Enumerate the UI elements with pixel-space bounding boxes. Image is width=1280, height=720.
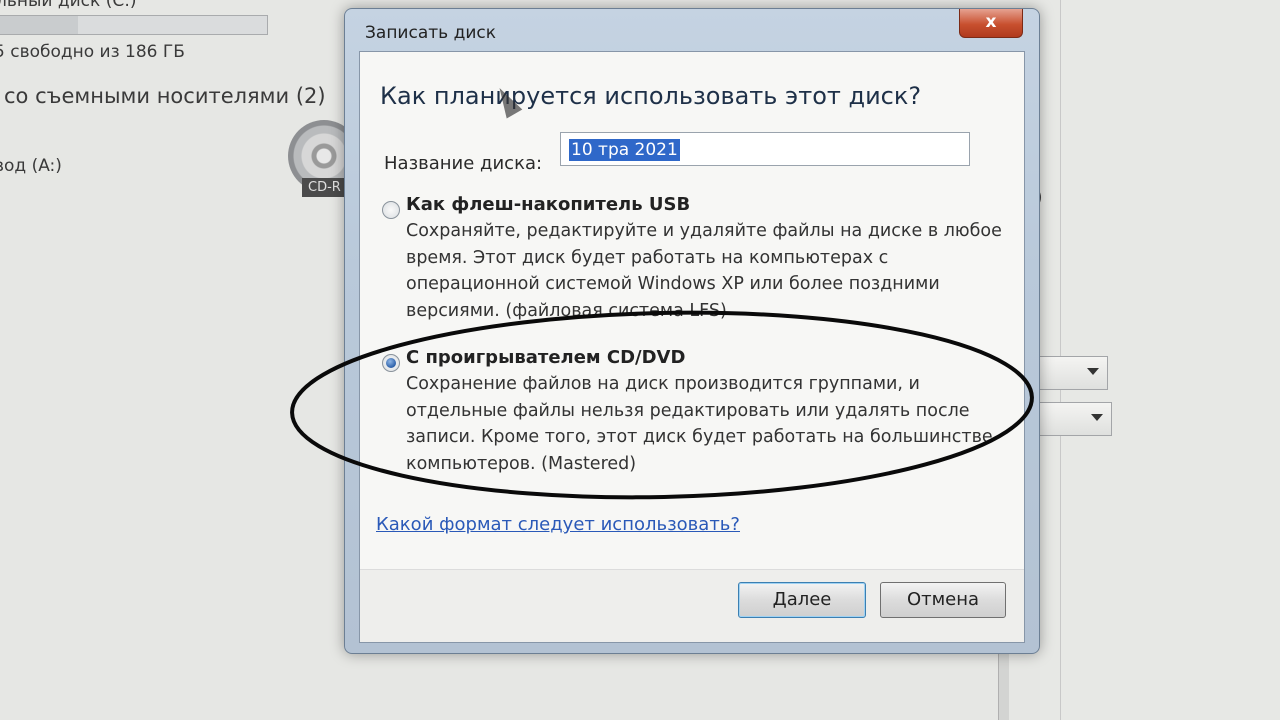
dialog-content: Как планируется использовать этот диск? … [359,51,1025,643]
option-cd-dvd-description: Сохранение файлов на диск производится г… [406,374,993,474]
drive-free-space: 5 свободно из 186 ГБ [0,42,185,62]
disc-name-value: 10 тра 2021 [569,139,680,161]
close-button[interactable]: x [959,9,1023,38]
drive-usage-bar [0,15,268,35]
option-usb-description: Сохраняйте, редактируйте и удаляйте файл… [406,221,1002,321]
cancel-button[interactable]: Отмена [880,582,1006,618]
dialog-title: Записать диск [365,23,496,43]
background-frame-edge [998,650,1009,720]
dialog-heading: Как планируется использовать этот диск? [380,82,922,110]
cd-drive-label: CD-R [302,178,347,197]
disc-name-label: Название диска: [384,153,543,174]
chevron-down-icon [1087,368,1099,375]
chevron-down-icon [1091,414,1103,421]
next-button[interactable]: Далее [738,582,866,618]
floppy-drive-item[interactable]: вод (A:) [0,156,62,176]
drive-c-label: льный диск (C:) [0,0,137,11]
radio-usb-flash[interactable] [382,201,400,219]
help-format-link[interactable]: Какой формат следует использовать? [376,514,740,535]
burn-disc-dialog: Записать диск x Как планируется использо… [344,8,1040,654]
close-icon: x [985,12,997,32]
disc-name-input[interactable]: 10 тра 2021 [560,132,970,166]
option-usb-title[interactable]: Как флеш-накопитель USB [406,194,690,215]
radio-cd-dvd-player[interactable] [382,354,400,372]
option-cd-dvd-title[interactable]: С проигрывателем CD/DVD [406,347,685,368]
removable-media-group-header[interactable]: со съемными носителями (2) [4,84,326,108]
